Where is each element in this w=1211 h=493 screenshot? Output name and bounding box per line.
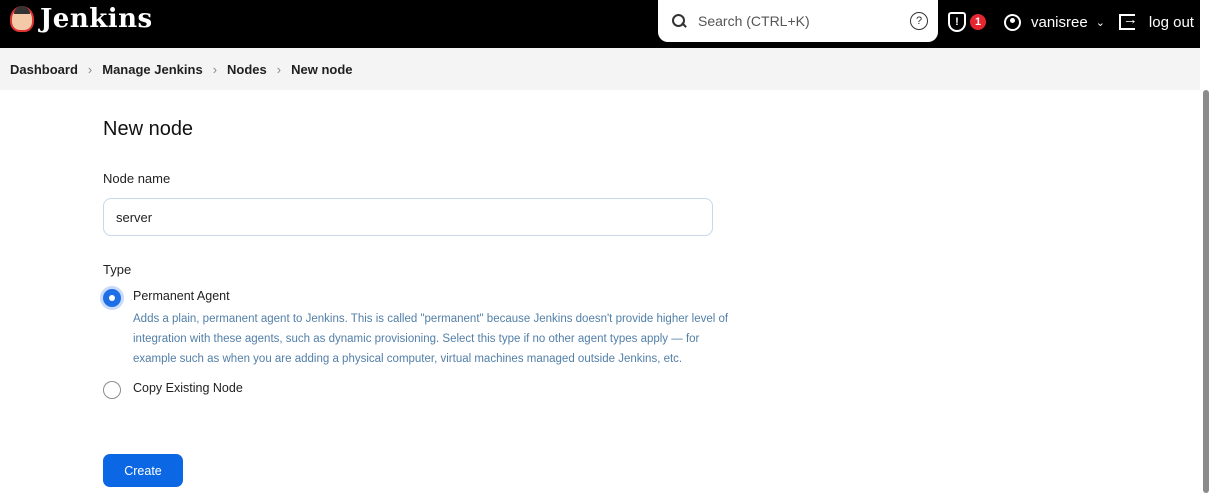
breadcrumb: Dashboard › Manage Jenkins › Nodes › New… (0, 48, 1200, 90)
logo-text: Jenkins (40, 4, 153, 34)
breadcrumb-dashboard[interactable]: Dashboard (10, 62, 78, 77)
help-icon[interactable]: ? (910, 12, 928, 30)
radio-label[interactable]: Copy Existing Node (133, 381, 243, 395)
new-node-form: New node Node name Type Permanent Agent … (103, 118, 728, 399)
vertical-scrollbar[interactable] (1203, 90, 1209, 493)
radio-button[interactable] (103, 381, 121, 399)
radio-label[interactable]: Permanent Agent (133, 289, 230, 303)
security-badge[interactable]: 1 (970, 14, 986, 30)
chevron-right-icon: › (87, 61, 93, 77)
search-icon (672, 14, 686, 28)
page-title: New node (103, 118, 194, 140)
chevron-down-icon[interactable]: ⌄ (1096, 16, 1105, 29)
chevron-right-icon: › (212, 61, 218, 77)
node-name-label: Node name (103, 171, 171, 186)
type-label: Type (103, 262, 132, 277)
radio-button-selected[interactable] (103, 289, 121, 307)
logout-link[interactable]: log out (1149, 14, 1194, 31)
node-name-input[interactable] (103, 198, 713, 236)
search-box[interactable]: Search (CTRL+K) ? (658, 0, 938, 42)
jenkins-logo[interactable]: Jenkins (10, 4, 153, 34)
header-actions: ! 1 vanisree ⌄ log out (948, 11, 1194, 32)
permanent-agent-description: Adds a plain, permanent agent to Jenkins… (133, 313, 729, 365)
security-shield-icon[interactable]: ! (948, 12, 966, 32)
user-icon[interactable] (1004, 13, 1021, 31)
chevron-right-icon: › (276, 61, 282, 77)
radio-permanent-agent[interactable]: Permanent Agent (103, 289, 723, 307)
radio-copy-existing-node[interactable]: Copy Existing Node (103, 381, 723, 399)
top-header: Jenkins Search (CTRL+K) ? ! 1 vanisree ⌄… (0, 0, 1200, 48)
jenkins-butler-icon (10, 6, 34, 32)
breadcrumb-manage-jenkins[interactable]: Manage Jenkins (102, 62, 202, 77)
breadcrumb-nodes[interactable]: Nodes (227, 62, 267, 77)
logout-icon[interactable] (1118, 11, 1138, 30)
search-input[interactable]: Search (CTRL+K) (698, 13, 910, 29)
create-button[interactable]: Create (103, 454, 183, 487)
breadcrumb-new-node[interactable]: New node (291, 62, 352, 77)
username-link[interactable]: vanisree (1031, 14, 1088, 31)
